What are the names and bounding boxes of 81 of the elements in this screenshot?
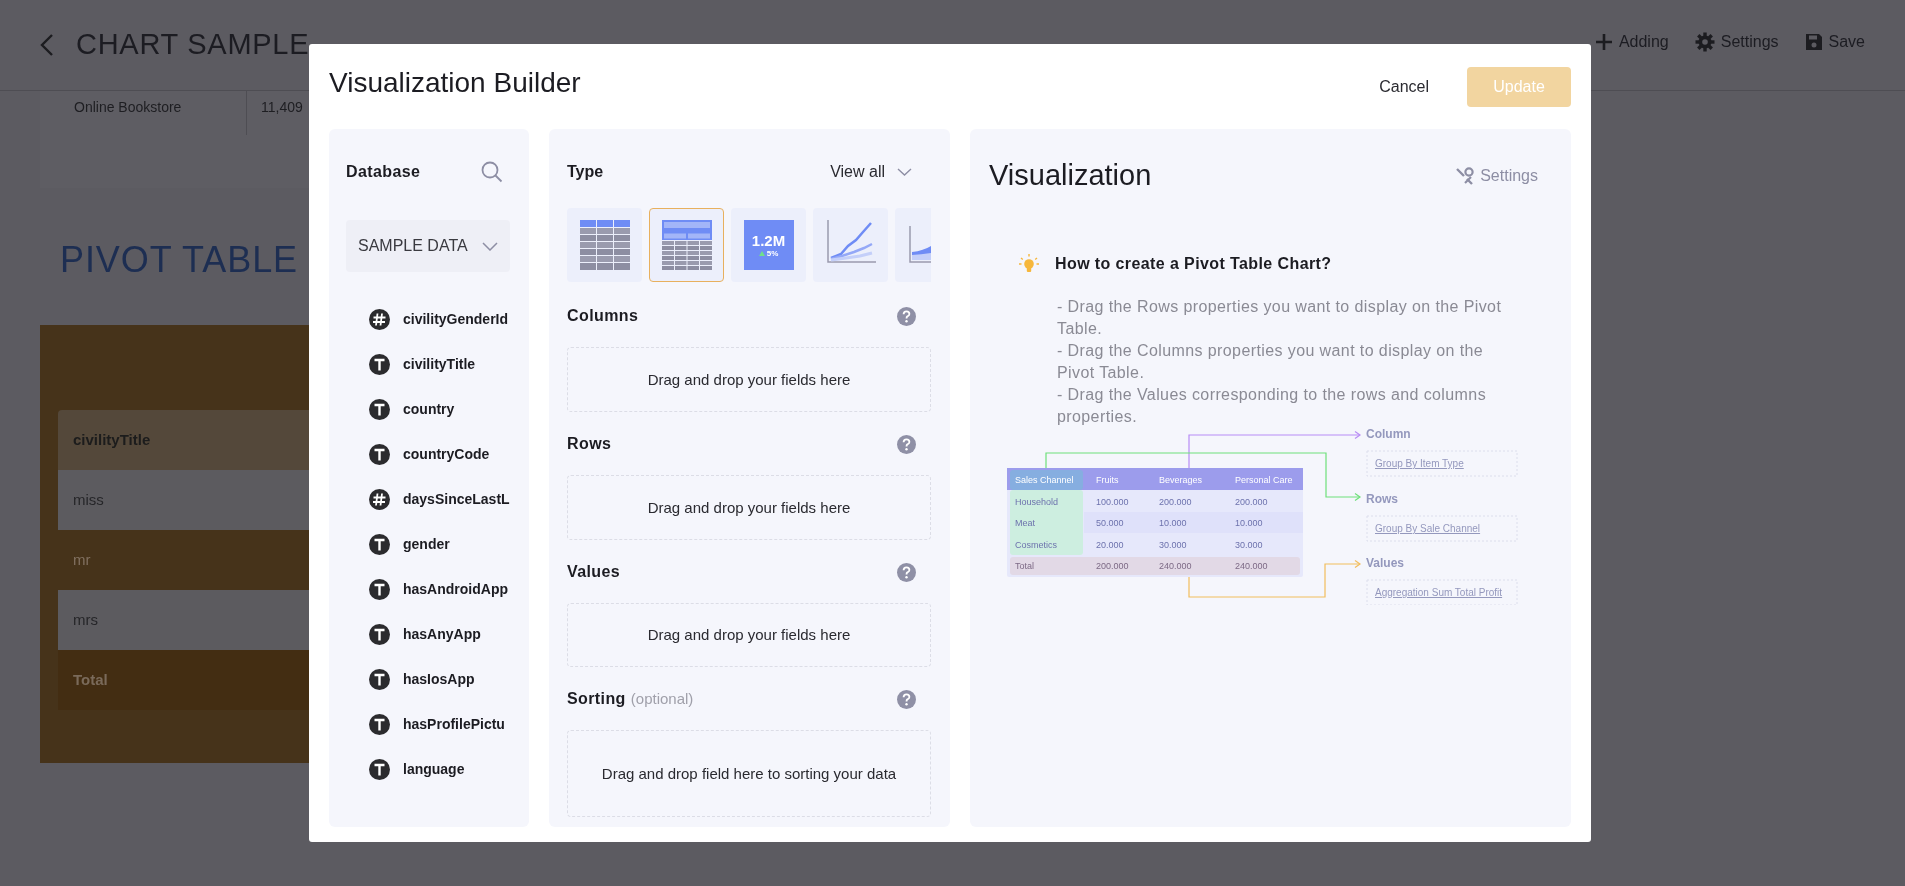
settings-icon <box>1694 32 1715 52</box>
drop-zone[interactable]: Drag and drop your fields here <box>567 475 931 540</box>
table-cell: 10.000 <box>1235 518 1263 528</box>
text-type-icon <box>369 399 390 420</box>
section-title: PIVOT TABLE <box>60 240 298 280</box>
chevron-down-icon <box>482 241 498 251</box>
label-value: Group By Sale Channel <box>1375 523 1481 534</box>
lightbulb-icon <box>1019 254 1039 274</box>
drop-zone[interactable]: Drag and drop your fields here <box>567 603 931 667</box>
view-all-button[interactable]: View all <box>830 160 912 184</box>
help-title: How to create a Pivot Table Chart? <box>1055 254 1332 274</box>
chart-type-tile[interactable] <box>567 208 642 282</box>
help-icon[interactable] <box>897 306 916 326</box>
label-value: Group By Item Type <box>1375 458 1464 469</box>
column-header: Sales Channel <box>1015 475 1074 485</box>
search-icon[interactable] <box>481 161 503 183</box>
table-cell: 200.000 <box>1159 497 1192 507</box>
help-icon[interactable] <box>897 689 916 709</box>
connector-label: Column <box>1366 427 1411 441</box>
section-heading: Values <box>567 562 621 582</box>
table-cell: Household <box>1015 497 1059 507</box>
table-cell: 20.000 <box>1096 540 1124 550</box>
field-item[interactable]: civilityTitle <box>329 342 529 387</box>
connector-label: Rows <box>1366 492 1398 506</box>
section-heading: Type <box>567 162 605 182</box>
text-type-icon <box>369 444 390 465</box>
text-type-icon <box>369 354 390 375</box>
label-value: Aggregation Sum Total Profit <box>1375 587 1503 598</box>
instruction-text: - Drag the Values corresponding to the rows and columns properties. <box>1057 385 1488 427</box>
instruction-text: - Drag the Rows properties you want to display on the Pivot Table. <box>1057 297 1503 339</box>
text-type-icon <box>369 759 390 780</box>
connector-label: Values <box>1366 556 1405 570</box>
plus-icon <box>1594 33 1613 51</box>
instruction-text: - Drag the Columns properties you want to display on the Pivot Table. <box>1057 341 1485 383</box>
field-item[interactable]: civilityGenderId <box>329 297 529 342</box>
tools-icon <box>1455 166 1475 186</box>
text-type-icon <box>369 534 390 555</box>
table-cell: 10.000 <box>1159 518 1187 528</box>
number-type-icon <box>369 489 390 510</box>
text-type-icon <box>369 624 390 645</box>
help-icon[interactable] <box>897 562 916 582</box>
table-cell: 30.000 <box>1235 540 1263 550</box>
chevron-down-icon <box>897 168 912 176</box>
cancel-button[interactable]: Cancel <box>1357 67 1451 107</box>
table-cell: Cosmetics <box>1015 540 1057 550</box>
chart-type-tile[interactable] <box>813 208 888 282</box>
section-heading: Rows <box>567 434 612 454</box>
chart-type-tile[interactable] <box>649 208 724 282</box>
table-cell: 200.000 <box>1096 561 1129 571</box>
drop-zone[interactable]: Drag and drop your fields here <box>567 347 931 412</box>
table-cell: Online Bookstore <box>40 91 247 135</box>
table-cell: 200.000 <box>1235 497 1268 507</box>
drop-zone[interactable]: Drag and drop field here to sorting your data <box>567 730 931 817</box>
help-icon[interactable] <box>897 434 916 454</box>
column-header: Personal Care <box>1235 475 1293 485</box>
panel-title: Visualization <box>989 158 1153 194</box>
table-cell: 50.000 <box>1096 518 1124 528</box>
page-title: CHART SAMPLE <box>76 27 310 63</box>
up-triangle-icon <box>758 251 765 256</box>
pivot-table-icon <box>661 220 712 270</box>
number-type-icon <box>369 309 390 330</box>
table-cell: 240.000 <box>1235 561 1268 571</box>
text-type-icon <box>369 669 390 690</box>
table-cell: 100.000 <box>1096 497 1129 507</box>
text-type-icon <box>369 714 390 735</box>
column-header: Beverages <box>1159 475 1203 485</box>
panel-heading: Database <box>346 162 421 182</box>
table-cell-text: 11,409 <box>260 98 303 117</box>
table-cell: Meat <box>1015 518 1035 528</box>
column-header: Fruits <box>1096 475 1119 485</box>
text-type-icon <box>369 579 390 600</box>
section-heading: Sorting <box>567 689 626 709</box>
database-dropdown[interactable]: SAMPLE DATA <box>346 220 510 272</box>
table-chart-icon <box>579 220 630 270</box>
table-cell: 30.000 <box>1159 540 1187 550</box>
optional-note: (optional) <box>630 689 694 709</box>
dialog-title: Visualization Builder <box>329 66 581 100</box>
table-cell: Total <box>1015 561 1034 571</box>
section-heading: Columns <box>567 306 639 326</box>
field-item[interactable]: language <box>329 747 529 792</box>
table-cell: 240.000 <box>1159 561 1192 571</box>
